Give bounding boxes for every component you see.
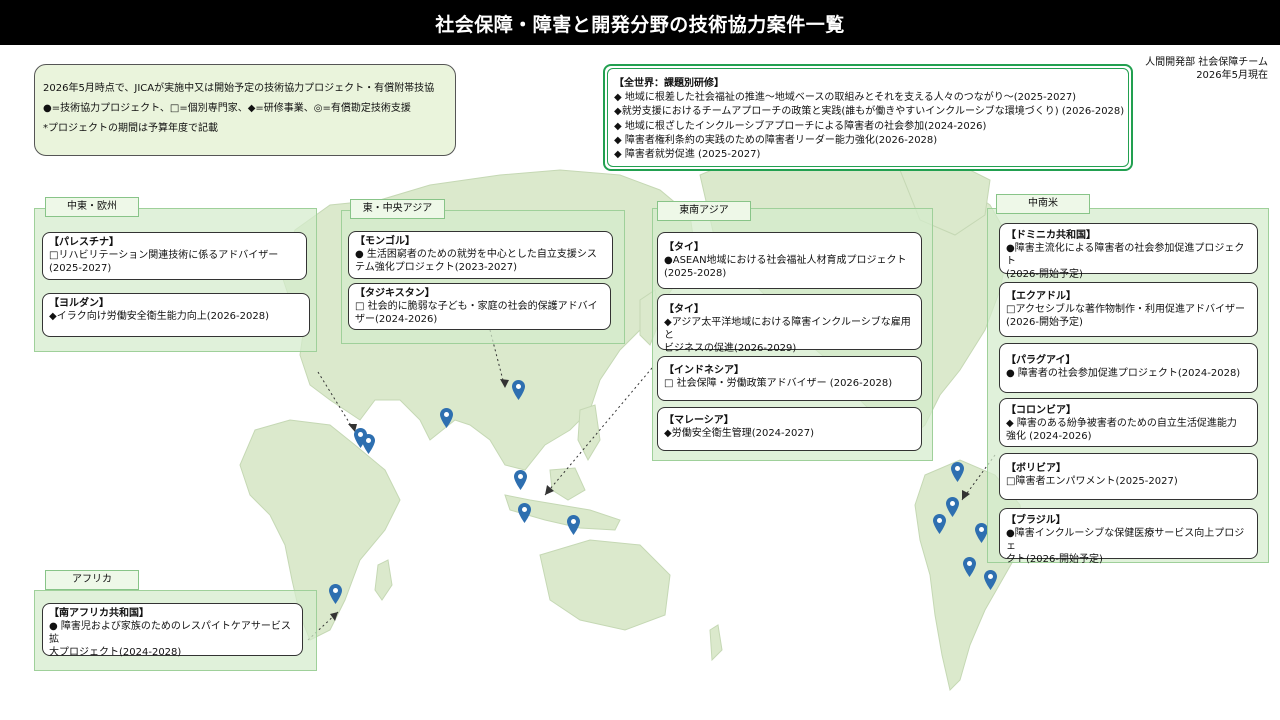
region-label-africa: アフリカ	[45, 570, 139, 590]
project-card-thailand-1: 【タイ】 ●ASEAN地域における社会福祉人材育成プロジェクト (2025-20…	[657, 232, 922, 289]
location-pin-icon-tajikistan	[440, 408, 453, 428]
country-name: 【エクアドル】	[1006, 291, 1076, 302]
location-pin-icon-thailand	[514, 470, 527, 490]
location-pin-icon-paraguay	[984, 570, 997, 590]
project-line: テム強化プロジェクト(2023-2027)	[355, 262, 518, 273]
project-line: ●ASEAN地域における社会福祉人材育成プロジェクト	[664, 255, 907, 266]
global-training-header: 【全世界：課題別研修】	[614, 78, 724, 89]
madagascar-landmass	[374, 559, 393, 601]
project-card-bolivia: 【ボリビア】 □障害者エンパワメント(2025-2027)	[999, 453, 1258, 500]
global-training-item: ◆ 障害者就労促進 (2025-2027)	[614, 149, 761, 161]
project-line: 大プロジェクト(2024-2028)	[49, 647, 182, 658]
global-training-item: ◆就労支援におけるチームアプローチの政策と実践(誰もが働きやすいインクルーシブな…	[614, 106, 1125, 118]
country-name: 【タイ】	[664, 242, 704, 253]
department-name: 人間開発部 社会保障チーム	[1145, 57, 1268, 68]
project-line: □ 社会保障・労働政策アドバイザー (2026-2028)	[664, 378, 893, 389]
project-line: (2026-開始予定)	[1006, 317, 1083, 328]
location-pin-icon-dominican-republic	[951, 462, 964, 482]
title-bar: 社会保障・障害と開発分野の技術協力案件一覧	[0, 0, 1280, 45]
country-name: 【パレスチナ】	[49, 237, 119, 248]
country-name: 【タジキスタン】	[355, 288, 435, 299]
project-card-dominican-republic: 【ドミニカ共和国】 ●障害主流化による障害者の社会参加促進プロジェクト (202…	[999, 223, 1258, 280]
project-line: ◆アジア太平洋地域における障害インクルーシブな雇用と	[664, 317, 911, 341]
country-name: 【インドネシア】	[664, 365, 744, 376]
project-card-mongolia: 【モンゴル】 ● 生活困窮者のための就労を中心とした自立支援シス テム強化プロジ…	[348, 231, 613, 279]
global-training-item: ◆ 地域に根差した社会福祉の推進～地域ベースの取組みとそれを支える人々のつながり…	[614, 92, 1077, 104]
report-date: 2026年5月現在	[1196, 70, 1268, 81]
project-card-south-africa: 【南アフリカ共和国】 ● 障害児および家族のためのレスパイトケアサービス拡 大プ…	[42, 603, 303, 658]
project-card-jordan: 【ヨルダン】 ◆イラク向け労働安全衛生能力向上(2026-2028)	[42, 293, 310, 337]
location-pin-icon-bolivia	[963, 557, 976, 577]
country-name: 【ボリビア】	[1006, 463, 1066, 474]
project-line: ◆労働安全衛生管理(2024-2027)	[664, 428, 814, 439]
project-line: □ 社会的に脆弱な子ども・家庭の社会的保護アドバイ	[355, 301, 598, 312]
global-training-item: ◆ 障害者権利条約の実践のための障害者リーダー能力強化(2026-2028)	[614, 134, 938, 146]
project-line: ● 障害者の社会参加促進プロジェクト(2024-2028)	[1006, 368, 1241, 379]
location-pin-icon-malaysia	[518, 503, 531, 523]
country-name: 【南アフリカ共和国】	[49, 608, 149, 619]
project-line: ビジネスの促進(2026-2029)	[664, 343, 797, 354]
legend-box: 2026年5月時点で、JICAが実施中又は開始予定の技術協力プロジェクト・有償附…	[34, 64, 456, 156]
project-line: □リハビリテーション関連技術に係るアドバイザー	[49, 250, 279, 261]
country-name: 【タイ】	[664, 304, 704, 315]
project-card-ecuador: 【エクアドル】 □アクセシブルな著作物制作・利用促進アドバイザー (2026-開…	[999, 282, 1258, 337]
project-card-malaysia: 【マレーシア】 ◆労働安全衛生管理(2024-2027)	[657, 407, 922, 451]
project-line: 強化 (2024-2026)	[1006, 431, 1092, 442]
project-card-indonesia: 【インドネシア】 □ 社会保障・労働政策アドバイザー (2026-2028)	[657, 356, 922, 401]
project-line: □アクセシブルな著作物制作・利用促進アドバイザー	[1006, 304, 1245, 315]
location-pin-icon-indonesia	[567, 515, 580, 535]
philippines-landmass	[577, 404, 601, 462]
project-line: ●障害インクルーシブな保健医療サービス向上プロジェ	[1006, 528, 1245, 552]
project-line: □障害者エンパワメント(2025-2027)	[1006, 476, 1178, 487]
country-name: 【ドミニカ共和国】	[1006, 230, 1096, 241]
project-card-tajikistan: 【タジキスタン】 □ 社会的に脆弱な子ども・家庭の社会的保護アドバイ ザー(20…	[348, 283, 611, 330]
country-name: 【ヨルダン】	[49, 298, 109, 309]
page-title: 社会保障・障害と開発分野の技術協力案件一覧	[435, 14, 845, 36]
location-pin-icon-south-africa	[329, 584, 342, 604]
project-line: ● 障害児および家族のためのレスパイトケアサービス拡	[49, 621, 291, 645]
project-line: (2025-2028)	[664, 268, 727, 279]
legend-line: ●=技術協力プロジェクト、□=個別専門家、◆=研修事業、◎=有償勘定技術支援	[43, 103, 411, 114]
country-name: 【コロンビア】	[1006, 405, 1076, 416]
project-line: ◆ 障害のある紛争被害者のための自立生活促進能力	[1006, 418, 1237, 429]
new-zealand-landmass	[709, 624, 723, 662]
country-name: 【マレーシア】	[664, 415, 734, 426]
project-line: クト(2026-開始予定)	[1006, 554, 1103, 565]
department-info: 人間開発部 社会保障チーム 2026年5月現在	[1145, 56, 1268, 82]
australia-landmass	[539, 539, 671, 631]
project-line: ●障害主流化による障害者の社会参加促進プロジェクト	[1006, 243, 1245, 267]
project-line: ◆イラク向け労働安全衛生能力向上(2026-2028)	[49, 311, 269, 322]
global-training-box: 【全世界：課題別研修】 ◆ 地域に根差した社会福祉の推進～地域ベースの取組みとそ…	[603, 64, 1133, 171]
legend-line: 2026年5月時点で、JICAが実施中又は開始予定の技術協力プロジェクト・有償附…	[43, 83, 435, 94]
country-name: 【ブラジル】	[1006, 515, 1066, 526]
project-card-colombia: 【コロンビア】 ◆ 障害のある紛争被害者のための自立生活促進能力 強化 (202…	[999, 398, 1258, 447]
region-label-east-central-asia: 東・中央アジア	[350, 199, 445, 219]
global-training-item: ◆ 地域に根ざしたインクルーシブアプローチによる障害者の社会参加(2024-20…	[614, 120, 987, 132]
project-line: (2026-開始予定)	[1006, 269, 1083, 280]
legend-line: *プロジェクトの期間は予算年度で記載	[43, 123, 218, 134]
project-line: (2025-2027)	[49, 263, 112, 274]
location-pin-icon-colombia	[946, 497, 959, 517]
project-line: ザー(2024-2026)	[355, 314, 438, 325]
project-card-brazil: 【ブラジル】 ●障害インクルーシブな保健医療サービス向上プロジェ クト(2026…	[999, 508, 1258, 565]
country-name: 【モンゴル】	[355, 236, 415, 247]
project-card-thailand-2: 【タイ】 ◆アジア太平洋地域における障害インクルーシブな雇用と ビジネスの促進(…	[657, 294, 922, 354]
region-label-middle-east-europe: 中東・欧州	[45, 197, 139, 217]
project-card-palestine: 【パレスチナ】 □リハビリテーション関連技術に係るアドバイザー (2025-20…	[42, 232, 307, 280]
region-label-latin-america: 中南米	[996, 194, 1090, 214]
global-training-inner: 【全世界：課題別研修】 ◆ 地域に根差した社会福祉の推進～地域ベースの取組みとそ…	[607, 68, 1129, 167]
location-pin-icon-mongolia	[512, 380, 525, 400]
region-label-southeast-asia: 東南アジア	[657, 201, 751, 221]
location-pin-icon-ecuador	[933, 514, 946, 534]
borneo-landmass	[549, 467, 586, 501]
project-card-paraguay: 【パラグアイ】 ● 障害者の社会参加促進プロジェクト(2024-2028)	[999, 343, 1258, 393]
country-name: 【パラグアイ】	[1006, 355, 1076, 366]
location-pin-icon-jordan	[362, 434, 375, 454]
project-line: ● 生活困窮者のための就労を中心とした自立支援シス	[355, 249, 597, 260]
